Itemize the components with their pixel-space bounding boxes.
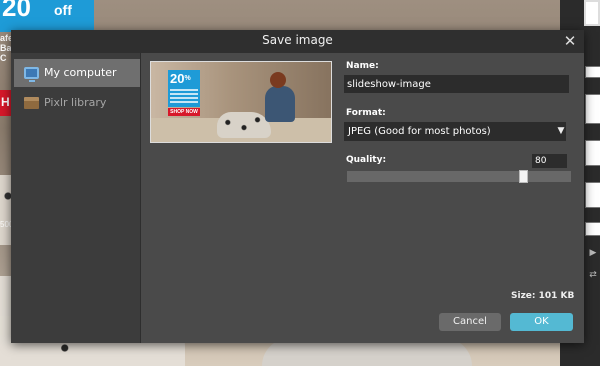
format-label: Format: <box>346 108 386 118</box>
cancel-button[interactable]: Cancel <box>439 313 501 331</box>
preview-promo-box: 20% <box>168 70 200 107</box>
layer-thumbnail[interactable] <box>585 66 600 78</box>
sidebar-item-label: My computer <box>44 66 117 79</box>
file-size: Size: 101 KB <box>511 291 575 301</box>
quality-slider-handle[interactable] <box>519 170 528 183</box>
preview-dog <box>217 112 271 138</box>
quality-value-field[interactable]: 80 <box>532 154 567 168</box>
layer-thumbnail[interactable] <box>585 94 600 124</box>
sidebar-item-my-computer[interactable]: My computer <box>14 59 140 87</box>
preview-woman <box>264 72 295 132</box>
save-location-sidebar: My computer Pixlr library <box>11 53 141 343</box>
promo-banner: 20 off <box>0 0 94 32</box>
quality-slider[interactable] <box>347 171 571 182</box>
image-preview: 20% SHOP NOW <box>150 61 332 143</box>
preview-percent: 20% <box>170 71 191 86</box>
format-select[interactable]: JPEG (Good for most photos) <box>344 122 566 141</box>
sidebar-item-label: Pixlr library <box>44 96 107 109</box>
ok-button[interactable]: OK <box>510 313 573 331</box>
name-label: Name: <box>346 61 379 71</box>
preview-promo-text <box>170 89 198 105</box>
save-image-dialog: Save image ✕ My computer Pixlr library 2… <box>11 30 584 343</box>
close-icon[interactable]: ✕ <box>562 31 578 51</box>
layer-thumbnail[interactable] <box>585 182 600 208</box>
dialog-titlebar: Save image ✕ <box>11 30 584 53</box>
layer-thumbnail[interactable] <box>584 0 600 26</box>
preview-shop-button: SHOP NOW <box>168 108 200 116</box>
library-icon <box>24 97 39 109</box>
chevron-down-icon[interactable]: ▼ <box>553 122 569 141</box>
monitor-icon <box>24 67 39 82</box>
promo-percent: 20 <box>2 0 31 22</box>
name-field[interactable] <box>344 75 569 93</box>
layer-thumbnail[interactable] <box>585 140 600 166</box>
sidebar-item-pixlr-library[interactable]: Pixlr library <box>14 89 140 117</box>
promo-off: off <box>54 2 72 18</box>
dialog-title: Save image <box>262 33 333 47</box>
play-icon[interactable]: ▶ <box>585 248 600 258</box>
layer-thumbnail[interactable] <box>585 222 600 236</box>
sliders-icon[interactable]: ⇄ <box>585 270 600 280</box>
quality-label: Quality: <box>346 155 387 165</box>
